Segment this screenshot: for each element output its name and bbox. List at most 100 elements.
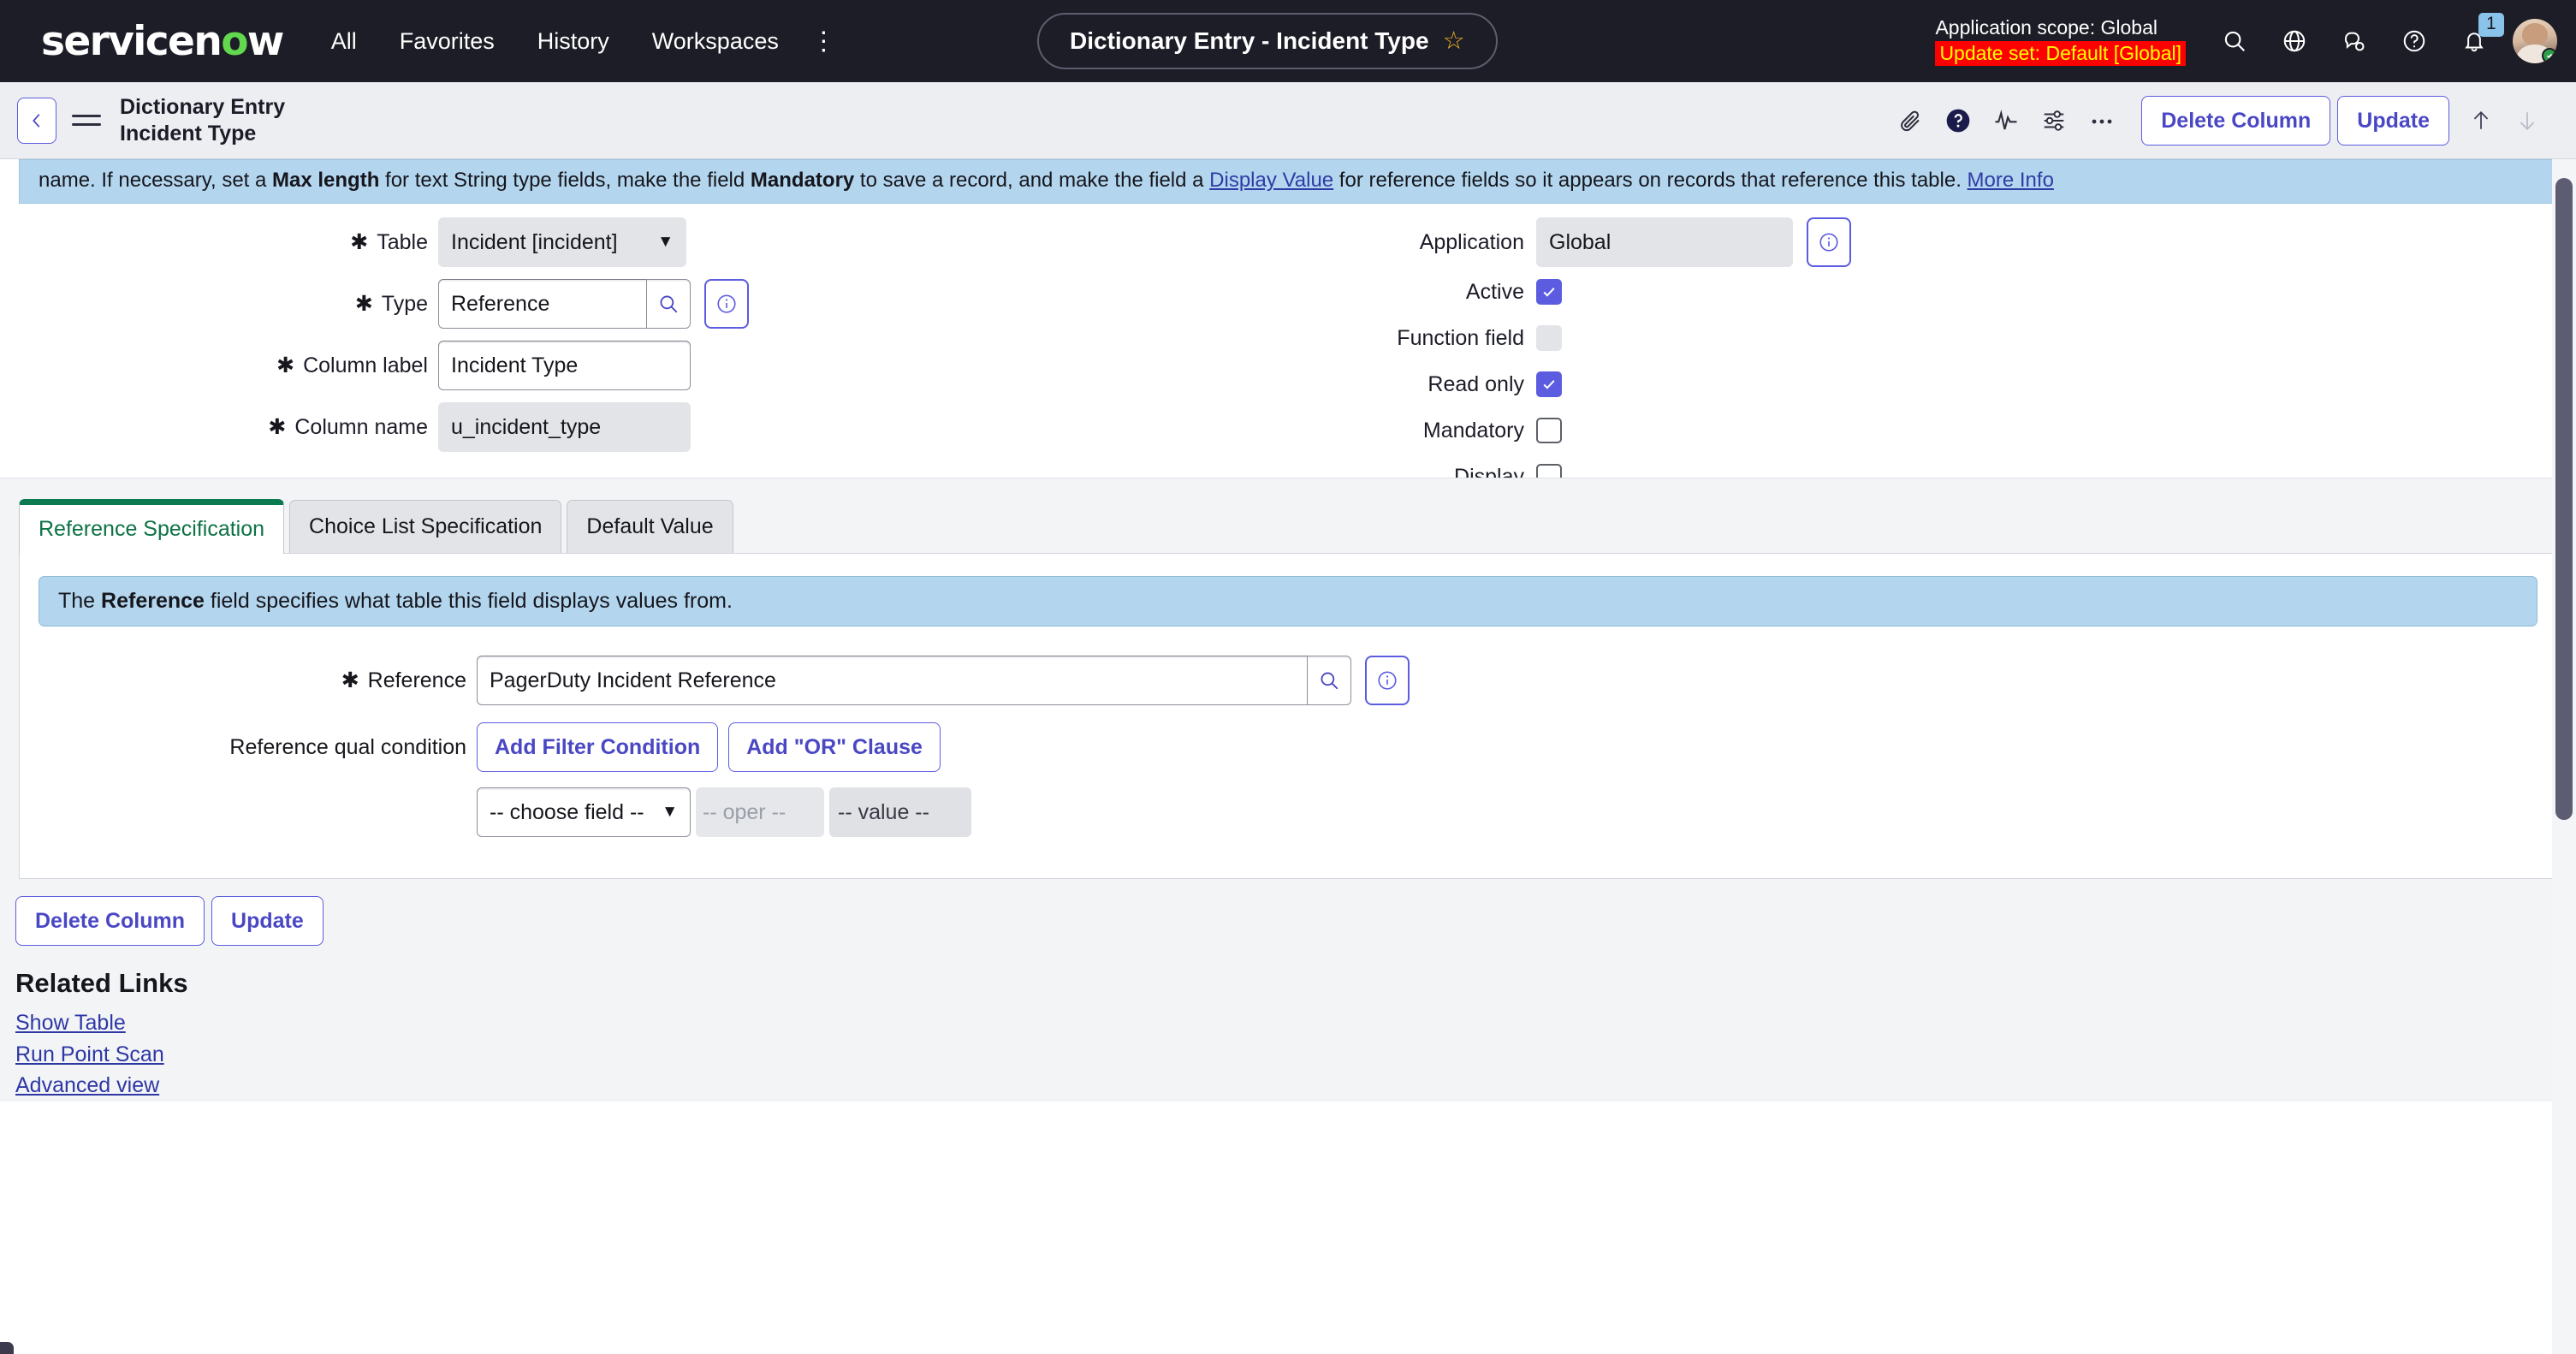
read-only-row: Read only [1288, 371, 2576, 397]
attachment-icon[interactable] [1886, 97, 1934, 145]
tab-choice-list-specification[interactable]: Choice List Specification [289, 500, 561, 553]
more-info-link[interactable]: More Info [1968, 169, 2054, 192]
personalize-icon[interactable] [2030, 97, 2078, 145]
add-filter-condition-button[interactable]: Add Filter Condition [477, 722, 718, 772]
nav-all[interactable]: All [331, 28, 357, 55]
bell-icon[interactable]: 1 [2444, 11, 2504, 71]
footer-section: Delete Column Update Related Links Show … [0, 879, 2576, 1102]
required-marker: ✱ [341, 670, 359, 692]
banner-text-2: for text String type fields, make the fi… [379, 169, 751, 192]
avatar[interactable] [2513, 19, 2557, 63]
toolbar-actions: Delete Column Update [1886, 82, 2550, 159]
column-label-value: Incident Type [451, 353, 578, 378]
application-scope-label: Application scope: Global [1935, 16, 2158, 39]
application-value: Global [1549, 230, 1611, 255]
operator-select[interactable]: -- oper -- [696, 787, 824, 837]
presence-online-icon [2542, 48, 2557, 63]
reference-lookup-button[interactable] [1307, 656, 1351, 705]
value-input[interactable]: -- value -- [829, 787, 971, 837]
mandatory-checkbox[interactable] [1536, 418, 1562, 443]
read-only-checkbox[interactable] [1536, 371, 1562, 397]
run-point-scan-link[interactable]: Run Point Scan [15, 1039, 164, 1071]
reference-field[interactable]: PagerDuty Incident Reference [477, 656, 1307, 705]
active-label: Active [1288, 280, 1536, 305]
type-label: ✱ Type [0, 292, 438, 317]
nav-history[interactable]: History [537, 28, 609, 55]
star-icon[interactable]: ☆ [1443, 29, 1465, 54]
nav-favorites[interactable]: Favorites [400, 28, 495, 55]
mandatory-label: Mandatory [1288, 419, 1536, 443]
help-filled-icon[interactable] [1934, 97, 1982, 145]
reference-info-icon[interactable] [1365, 656, 1410, 705]
column-label-label-text: Column label [303, 353, 428, 378]
update-button[interactable]: Update [2337, 96, 2449, 145]
arrow-down-icon[interactable] [2504, 97, 2550, 145]
application-field: Global [1536, 217, 1793, 267]
reference-field-value: PagerDuty Incident Reference [490, 668, 776, 693]
function-field-label: Function field [1288, 326, 1536, 351]
reference-field-group: PagerDuty Incident Reference [477, 656, 1351, 705]
globe-icon[interactable] [2264, 11, 2324, 71]
application-info-icon[interactable] [1807, 217, 1851, 267]
choose-field-value: -- choose field -- [490, 800, 644, 825]
active-checkbox[interactable] [1536, 279, 1562, 305]
activity-icon[interactable] [1982, 97, 2030, 145]
condition-builder: -- choose field -- ▼ -- oper -- -- value… [477, 787, 971, 837]
record-title-line1: Dictionary Entry [120, 94, 285, 121]
type-field[interactable]: Reference [438, 279, 646, 329]
column-label-field[interactable]: Incident Type [438, 341, 691, 390]
scope-indicator[interactable]: Application scope: Global Update set: De… [1935, 16, 2186, 66]
tab-section: Reference Specification Choice List Spec… [0, 478, 2576, 879]
more-icon[interactable] [2078, 97, 2126, 145]
delete-column-button[interactable]: Delete Column [2141, 96, 2330, 145]
arrow-up-icon[interactable] [2458, 97, 2504, 145]
type-info-icon[interactable] [704, 279, 749, 329]
logo-accent-o: o [221, 18, 247, 65]
advanced-view-link[interactable]: Advanced view [15, 1070, 159, 1102]
filter-condition-row: -- choose field -- ▼ -- oper -- -- value… [39, 787, 2537, 837]
display-value-link[interactable]: Display Value [1209, 169, 1333, 192]
page-title: Dictionary Entry - Incident Type [1070, 27, 1429, 55]
conversations-icon[interactable] [2324, 11, 2384, 71]
column-name-value: u_incident_type [451, 415, 601, 440]
column-name-row: ✱ Column name u_incident_type [0, 402, 1288, 452]
banner-bold-mandatory: Mandatory [751, 169, 854, 192]
reference-qual-row: Reference qual condition Add Filter Cond… [39, 722, 2537, 772]
back-button[interactable] [17, 98, 56, 144]
reference-info-banner: The Reference field specifies what table… [39, 576, 2537, 627]
table-label: ✱ Table [0, 230, 438, 255]
table-field[interactable]: Incident [incident] ▼ [438, 217, 686, 267]
more-menu-icon[interactable]: ⋮ [815, 27, 833, 56]
table-field-value: Incident [incident] [451, 230, 618, 255]
notification-count: 1 [2478, 13, 2504, 37]
hamburger-icon[interactable] [72, 115, 101, 126]
required-marker: ✱ [350, 232, 368, 253]
record-toolbar: Dictionary Entry Incident Type Delete Co… [0, 82, 2576, 159]
choose-field-select[interactable]: -- choose field -- ▼ [477, 787, 691, 837]
footer-delete-column-button[interactable]: Delete Column [15, 896, 205, 946]
header-right-cluster: Application scope: Global Update set: De… [1935, 0, 2557, 82]
form-info-banner: name. If necessary, set a Max length for… [19, 159, 2557, 204]
banner-bold-max-length: Max length [272, 169, 379, 192]
type-label-text: Type [382, 292, 428, 317]
type-lookup-button[interactable] [646, 279, 691, 329]
help-icon[interactable] [2384, 11, 2444, 71]
hamburger-line [72, 115, 101, 117]
form-body: ✱ Table Incident [incident] ▼ ✱ Type Ref… [0, 204, 2576, 478]
page-title-pill[interactable]: Dictionary Entry - Incident Type ☆ [1037, 13, 1498, 69]
table-row: ✱ Table Incident [incident] ▼ [0, 217, 1288, 267]
form-column-left: ✱ Table Incident [incident] ▼ ✱ Type Ref… [0, 217, 1288, 502]
nav-workspaces[interactable]: Workspaces [652, 28, 779, 55]
corner-resize-handle[interactable] [0, 1342, 14, 1354]
search-icon[interactable] [2205, 11, 2264, 71]
footer-update-button[interactable]: Update [211, 896, 323, 946]
add-or-clause-button[interactable]: Add "OR" Clause [728, 722, 941, 772]
reference-specification-panel: The Reference field specifies what table… [19, 553, 2557, 879]
show-table-link[interactable]: Show Table [15, 1007, 126, 1039]
tab-default-value[interactable]: Default Value [567, 500, 733, 553]
read-only-label: Read only [1288, 372, 1536, 397]
servicenow-logo[interactable]: servicenow [41, 18, 283, 65]
tab-reference-specification[interactable]: Reference Specification [19, 499, 284, 554]
application-label: Application [1288, 230, 1536, 255]
scrollbar-thumb[interactable] [2555, 178, 2573, 820]
